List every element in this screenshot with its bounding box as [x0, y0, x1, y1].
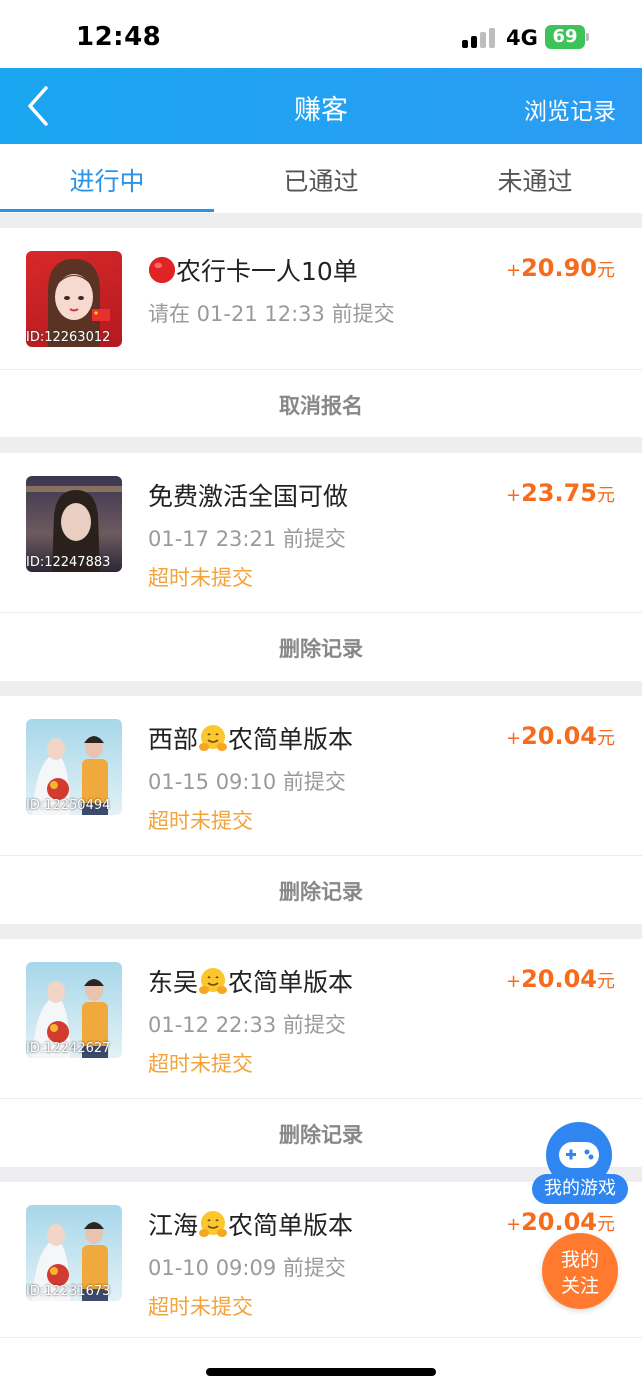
task-status: 超时未提交 [148, 809, 253, 833]
task-card: ID:12263012 农行卡一人10单 请在 01-21 12:33 前提交 … [0, 228, 642, 437]
tab-rejected[interactable]: 未通过 [428, 162, 642, 198]
task-card: ID:12247883 免费激活全国可做 01-17 23:21 前提交 超时未… [0, 453, 642, 681]
task-title-part: 农简单版本 [228, 725, 354, 754]
task-avatar[interactable]: ID:12263012 [26, 251, 122, 347]
tab-approved[interactable]: 已通过 [214, 162, 428, 198]
avatar-id-label: ID:12250494 [26, 798, 111, 813]
task-reward: +20.90元 [505, 254, 615, 282]
task-status: 超时未提交 [148, 566, 253, 590]
battery-icon: 69 [545, 25, 589, 49]
my-games-label: 我的游戏 [532, 1174, 628, 1204]
hugging-face-emoji [199, 725, 228, 751]
tab-in-progress[interactable]: 进行中 [0, 162, 214, 198]
delete-record-button[interactable]: 删除记录 [0, 876, 642, 906]
network-type: 4G [506, 26, 538, 50]
task-deadline: 01-12 22:33 前提交 [148, 1013, 346, 1037]
task-reward: +20.04元 [505, 965, 615, 993]
status-time: 12:48 [76, 22, 162, 52]
avatar-id-label: ID:12231673 [26, 1284, 111, 1299]
task-title-part: 农简单版本 [228, 1211, 354, 1240]
task-title[interactable]: 江海 农简单版本 [148, 1206, 353, 1242]
task-deadline: 01-15 09:10 前提交 [148, 770, 346, 794]
signal-icon [462, 28, 496, 48]
task-title-part: 江海 [148, 1211, 199, 1240]
hugging-face-emoji [199, 1211, 228, 1237]
task-avatar[interactable]: ID:12247883 [26, 476, 122, 572]
home-indicator [206, 1368, 436, 1376]
task-reward: +20.04元 [505, 1208, 615, 1236]
nav-bar: 赚客 浏览记录 [0, 68, 642, 144]
task-avatar[interactable]: ID:12250494 [26, 719, 122, 815]
task-title-part: 西部 [148, 725, 199, 754]
avatar-id-label: ID:12263012 [26, 330, 111, 345]
task-title[interactable]: 东吴 农简单版本 [148, 963, 353, 999]
task-deadline: 01-17 23:21 前提交 [148, 527, 346, 551]
follow-label-line2: 关注 [560, 1275, 599, 1297]
delete-record-button[interactable]: 删除记录 [0, 633, 642, 663]
status-bar: 12:48 4G 69 [0, 0, 642, 68]
divider [0, 1337, 642, 1338]
battery-level: 69 [545, 25, 585, 49]
task-title[interactable]: 西部 农简单版本 [148, 720, 353, 756]
hugging-face-emoji [199, 968, 228, 994]
task-title-part: 东吴 [148, 968, 199, 997]
divider [0, 855, 642, 856]
task-avatar[interactable]: ID:12231673 [26, 1205, 122, 1301]
task-deadline: 请在 01-21 12:33 前提交 [148, 302, 395, 326]
tab-bar: 进行中 已通过 未通过 [0, 144, 642, 213]
my-games-button[interactable]: 我的游戏 [532, 1122, 628, 1204]
task-reward: +20.04元 [505, 722, 615, 750]
cancel-signup-button[interactable]: 取消报名 [0, 390, 642, 420]
task-reward: +23.75元 [505, 479, 615, 507]
task-title-part: 农简单版本 [228, 968, 354, 997]
browse-history-button[interactable]: 浏览记录 [524, 92, 616, 126]
task-deadline: 01-10 09:09 前提交 [148, 1256, 346, 1280]
task-avatar[interactable]: ID:12242627 [26, 962, 122, 1058]
divider [0, 1098, 642, 1099]
avatar-id-label: ID:12247883 [26, 555, 111, 570]
task-card: ID:12250494 西部 农简单版本 01-15 09:10 前提交 超时未提… [0, 696, 642, 924]
divider [0, 612, 642, 613]
divider [0, 369, 642, 370]
task-title-text: 农行卡一人10单 [176, 257, 358, 286]
tab-active-indicator [0, 209, 214, 212]
task-title[interactable]: 免费激活全国可做 [148, 477, 348, 513]
task-title[interactable]: 农行卡一人10单 [148, 252, 358, 288]
task-status: 超时未提交 [148, 1295, 253, 1319]
red-circle-icon [148, 256, 176, 284]
my-follow-button[interactable]: 我的 关注 [542, 1233, 618, 1309]
avatar-id-label: ID:12242627 [26, 1041, 111, 1056]
follow-label-line1: 我的 [560, 1249, 599, 1271]
task-status: 超时未提交 [148, 1052, 253, 1076]
